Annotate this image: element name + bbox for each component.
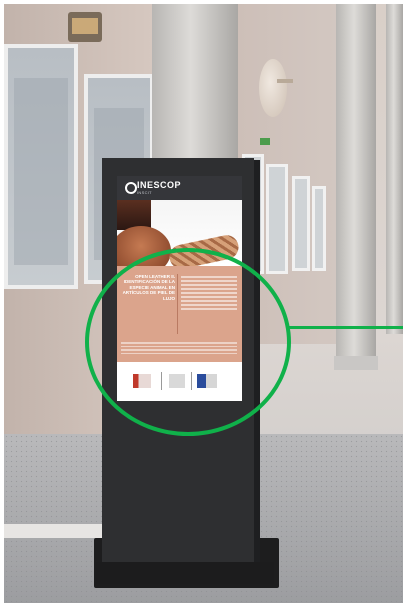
inescop-logo-icon	[125, 182, 137, 194]
photo-scene: INESCOP INSCIT OPEN LEATHER II. IDENTIFI…	[4, 4, 403, 603]
security-camera	[68, 12, 102, 42]
poster-header: INESCOP INSCIT	[117, 176, 242, 200]
highlight-connector-line	[289, 326, 403, 329]
poster-brand-sub: INSCIT	[137, 190, 152, 195]
kiosk-base	[96, 562, 274, 584]
highlight-circle	[85, 248, 291, 436]
wall-lamp	[259, 59, 293, 117]
column-2	[336, 4, 376, 359]
exit-sign	[260, 138, 270, 145]
column-base	[334, 356, 378, 370]
window-left-1	[4, 44, 78, 289]
window-right-2	[266, 164, 288, 274]
window-right-3	[292, 176, 310, 271]
window-right-4	[312, 186, 326, 271]
column-3	[386, 4, 403, 334]
poster-brand: INESCOP	[137, 180, 182, 190]
